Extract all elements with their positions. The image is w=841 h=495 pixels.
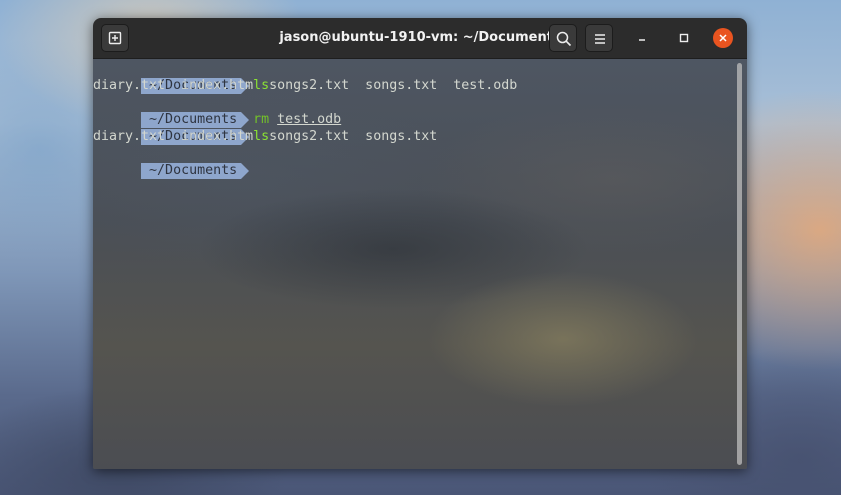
title-bar[interactable]: jason@ubuntu-1910-vm: ~/Documents	[93, 18, 747, 59]
maximize-icon	[679, 33, 689, 43]
prompt-path: ~/Documents	[141, 163, 250, 179]
output-line: diary.txt index.htm songs2.txt songs.txt…	[93, 78, 518, 93]
close-icon	[719, 34, 727, 42]
hamburger-menu-icon	[595, 34, 605, 44]
minimize-icon	[639, 39, 645, 41]
terminal-area[interactable]: ~/Documents ls diary.txt index.htm songs2…	[93, 59, 747, 469]
prompt-line: ~/Documents ls	[93, 111, 269, 145]
prompt-line: ~/Documents	[93, 145, 253, 179]
search-icon	[556, 31, 572, 47]
menu-button[interactable]	[585, 24, 613, 52]
window-title: jason@ubuntu-1910-vm: ~/Documents	[279, 30, 561, 45]
close-button[interactable]	[713, 28, 733, 48]
search-button[interactable]	[549, 24, 577, 52]
terminal-window: jason@ubuntu-1910-vm: ~/Documents ~/Docu…	[93, 18, 747, 469]
prompt-line: ~/Documents ls	[93, 60, 269, 94]
new-tab-button[interactable]	[101, 24, 129, 52]
output-line: diary.txt index.htm songs2.txt songs.txt	[93, 129, 438, 144]
maximize-button[interactable]	[674, 28, 694, 48]
minimize-button[interactable]	[632, 28, 652, 48]
new-tab-icon	[108, 31, 122, 45]
scrollbar[interactable]	[737, 63, 742, 465]
command-argument: test.odb	[277, 112, 342, 127]
prompt-line: ~/Documents rm test.odb	[93, 94, 341, 128]
